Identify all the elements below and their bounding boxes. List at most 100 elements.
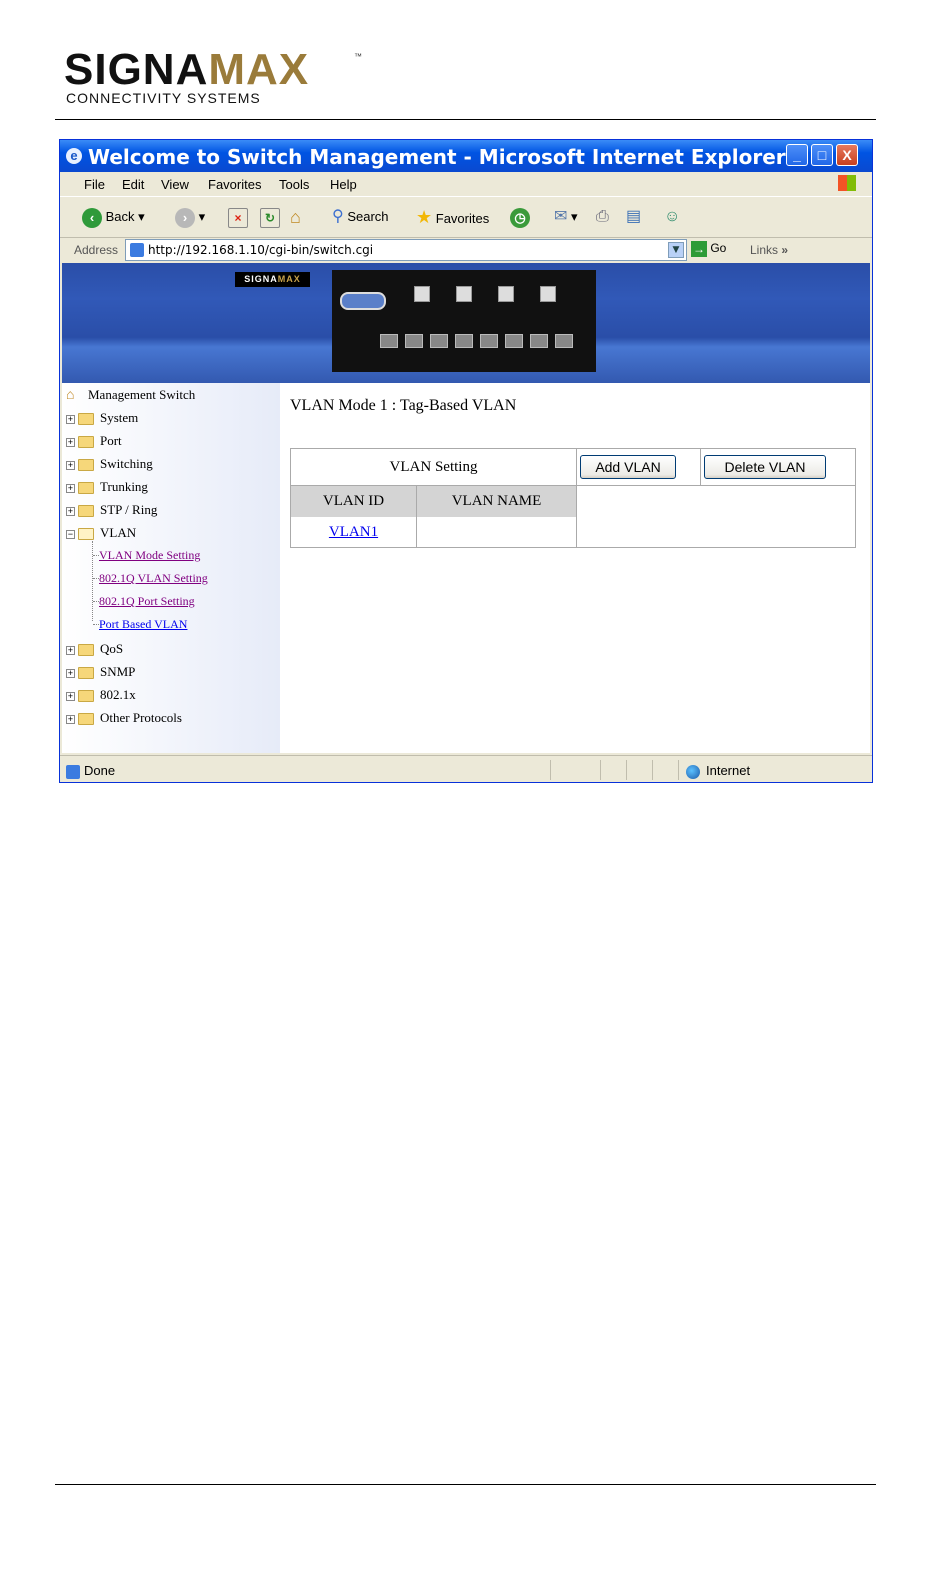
- home-icon: ⌂: [290, 207, 301, 227]
- tree-root-label: Management Switch: [88, 387, 196, 402]
- sfp-port-icon: [414, 286, 430, 302]
- close-button[interactable]: X: [836, 144, 858, 166]
- status-divider: [600, 760, 601, 780]
- console-port-icon: [340, 292, 386, 310]
- menu-file[interactable]: File: [84, 177, 105, 192]
- tree-root[interactable]: ⌂ Management Switch: [66, 387, 195, 405]
- security-zone: Internet: [686, 763, 750, 779]
- sfp-port-icon: [498, 286, 514, 302]
- delete-vlan-button[interactable]: Delete VLAN: [704, 455, 826, 479]
- back-button[interactable]: ‹ Back ▾: [82, 205, 145, 229]
- expand-icon[interactable]: +: [66, 414, 75, 424]
- status-text: Done: [66, 763, 115, 779]
- folder-icon: [78, 413, 94, 426]
- navigation-tree: ⌂ Management Switch + System + Port + Switch…: [62, 383, 280, 753]
- expand-icon[interactable]: +: [66, 714, 75, 724]
- title-bar[interactable]: e Welcome to Switch Management - Microso…: [60, 140, 872, 172]
- address-dropdown-icon[interactable]: ▼: [668, 242, 684, 258]
- messenger-button[interactable]: ☺: [664, 205, 680, 229]
- status-divider: [626, 760, 627, 780]
- address-input[interactable]: http://192.168.1.10/cgi-bin/switch.cgi ▼: [125, 239, 687, 261]
- tree-item-label: Switching: [100, 456, 153, 471]
- ethernet-port-icon: [530, 334, 548, 348]
- favorites-button[interactable]: ★ Favorites: [416, 205, 489, 229]
- menu-view[interactable]: View: [161, 177, 189, 192]
- vlan-setting-label: VLAN Setting: [291, 449, 577, 486]
- tree-item-system[interactable]: + System: [66, 410, 138, 428]
- tree-item-vlan[interactable]: − VLAN: [66, 525, 136, 543]
- maximize-button[interactable]: □: [811, 144, 833, 166]
- vlan1-link[interactable]: VLAN1: [329, 524, 378, 540]
- delete-vlan-cell: Delete VLAN: [701, 449, 855, 486]
- mail-button[interactable]: ✉ ▾: [554, 205, 578, 229]
- search-label: Search: [347, 209, 389, 224]
- folder-icon: [78, 459, 94, 472]
- stop-button[interactable]: ×: [228, 205, 248, 229]
- switch-banner: SIGNAMAX: [62, 263, 870, 383]
- tree-item-8021x[interactable]: +802.1x: [66, 687, 136, 705]
- tree-item-trunking[interactable]: + Trunking: [66, 479, 148, 497]
- edit-button[interactable]: ▤: [626, 205, 641, 229]
- ethernet-port-icon: [405, 334, 423, 348]
- address-label: Address: [74, 243, 119, 257]
- expand-icon[interactable]: +: [66, 437, 75, 447]
- folder-icon: [78, 713, 94, 726]
- expand-icon[interactable]: +: [66, 483, 75, 493]
- vlan-mode-setting-link[interactable]: VLAN Mode Setting: [99, 548, 200, 563]
- refresh-button[interactable]: ↻: [260, 205, 280, 229]
- ethernet-port-icon: [430, 334, 448, 348]
- menu-help[interactable]: Help: [330, 177, 357, 192]
- tree-item-label: STP / Ring: [100, 502, 158, 517]
- signamax-logo: SIGNAMAX ™ CONNECTIVITY SYSTEMS: [64, 48, 364, 108]
- go-label: Go: [710, 241, 727, 256]
- expand-icon[interactable]: +: [66, 645, 75, 655]
- open-folder-icon: [78, 528, 94, 541]
- expand-icon[interactable]: +: [66, 460, 75, 470]
- links-button[interactable]: Links »: [750, 243, 788, 257]
- 8021q-vlan-setting-link[interactable]: 802.1Q VLAN Setting: [99, 571, 208, 586]
- favorites-label: Favorites: [435, 211, 490, 226]
- vlan-mode-heading: VLAN Mode 1 : Tag-Based VLAN: [290, 397, 517, 414]
- go-button[interactable]: → Go: [691, 241, 726, 257]
- home-button[interactable]: ⌂: [290, 205, 301, 229]
- port-based-vlan-link[interactable]: Port Based VLAN: [99, 617, 187, 632]
- ethernet-port-icon: [505, 334, 523, 348]
- 8021q-port-setting-link[interactable]: 802.1Q Port Setting: [99, 594, 195, 609]
- minimize-button[interactable]: _: [786, 144, 808, 166]
- zone-label: Internet: [706, 763, 751, 778]
- folder-icon: [78, 505, 94, 518]
- column-header-vlan-id: VLAN ID: [291, 486, 417, 517]
- tree-item-snmp[interactable]: + SNMP: [66, 664, 135, 682]
- folder-icon: [78, 644, 94, 657]
- internet-globe-icon: [686, 764, 700, 779]
- tree-item-label: Trunking: [100, 479, 148, 494]
- menu-favorites[interactable]: Favorites: [208, 177, 261, 192]
- expand-icon[interactable]: +: [66, 506, 75, 516]
- star-icon: ★: [416, 207, 433, 227]
- tree-item-label: Other Protocols: [100, 710, 182, 725]
- tree-item-stp-ring[interactable]: + STP / Ring: [66, 502, 157, 520]
- expand-icon[interactable]: +: [66, 691, 75, 701]
- menu-tools[interactable]: Tools: [279, 177, 309, 192]
- logo-tagline: CONNECTIVITY SYSTEMS: [66, 90, 261, 106]
- forward-button[interactable]: › ▾: [175, 205, 205, 229]
- tree-item-port[interactable]: + Port: [66, 433, 122, 451]
- go-arrow-icon: →: [691, 241, 707, 257]
- folder-icon: [78, 482, 94, 495]
- tree-item-switching[interactable]: + Switching: [66, 456, 153, 474]
- header-rule: [55, 119, 876, 120]
- folder-icon: [78, 667, 94, 680]
- ethernet-port-icon: [480, 334, 498, 348]
- tree-item-qos[interactable]: + QoS: [66, 641, 123, 659]
- print-button[interactable]: ⎙: [596, 205, 609, 229]
- tree-item-other-protocols[interactable]: + Other Protocols: [66, 710, 182, 728]
- menu-edit[interactable]: Edit: [122, 177, 144, 192]
- expand-icon[interactable]: +: [66, 668, 75, 678]
- history-icon: ◷: [510, 207, 530, 228]
- search-button[interactable]: ⚲ Search: [332, 205, 389, 229]
- add-vlan-button[interactable]: Add VLAN: [580, 455, 676, 479]
- print-icon: ⎙: [596, 208, 609, 225]
- history-button[interactable]: ◷: [510, 205, 530, 229]
- vlan-id-cell: VLAN1: [291, 517, 417, 548]
- collapse-icon[interactable]: −: [66, 529, 75, 539]
